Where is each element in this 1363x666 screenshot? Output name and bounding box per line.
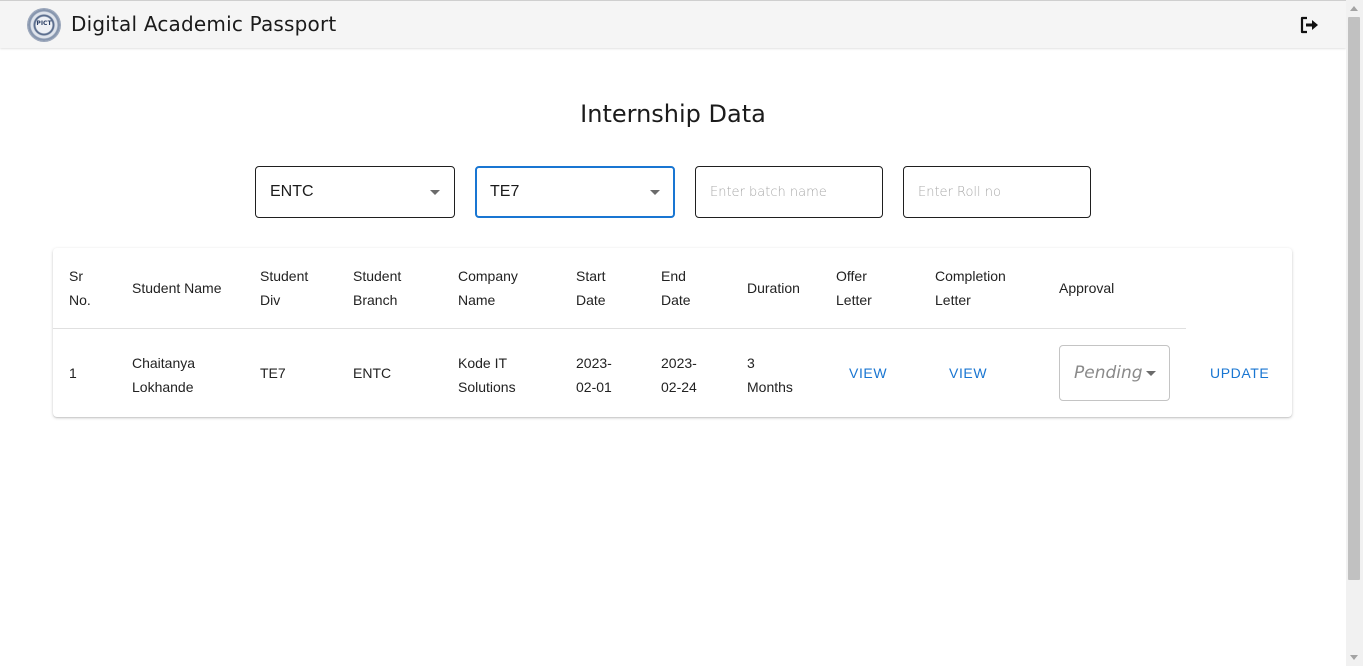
header-line: Div — [260, 292, 281, 308]
header-line: Student — [353, 268, 402, 284]
header-completion-letter: Completion Letter — [935, 264, 1006, 312]
header-sr-no: Sr No. — [69, 264, 91, 312]
cell-student-div: TE7 — [260, 365, 286, 381]
scrollbar-thumb[interactable] — [1348, 17, 1360, 580]
cell-line: 02-01 — [576, 379, 612, 395]
header-end-date: End Date — [661, 264, 691, 312]
branch-select-value: ENTC — [270, 183, 314, 200]
cell-line: Lokhande — [132, 379, 194, 395]
cell-start-date: 2023- 02-01 — [576, 351, 612, 399]
header-line: Approval — [1059, 280, 1115, 296]
cell-end-date: 2023- 02-24 — [661, 351, 697, 399]
header-line: Offer — [836, 268, 867, 284]
logo-text: PICT — [36, 20, 52, 27]
header-offer-letter: Offer Letter — [836, 264, 872, 312]
cell-duration: 3 Months — [747, 351, 793, 399]
header-line: Student Name — [132, 280, 222, 296]
app-title: Digital Academic Passport — [71, 12, 337, 36]
cell-student-name: Chaitanya Lokhande — [132, 351, 195, 399]
view-offer-letter-button[interactable]: VIEW — [849, 365, 887, 381]
division-select[interactable]: TE7 — [475, 166, 675, 218]
cell-line: Solutions — [458, 379, 516, 395]
cell-company-name: Kode IT Solutions — [458, 351, 516, 399]
batch-name-input[interactable] — [695, 166, 883, 218]
cell-line: 02-24 — [661, 379, 697, 395]
logout-icon[interactable] — [1300, 16, 1322, 34]
cell-line: Kode IT — [458, 355, 508, 371]
chevron-down-icon — [650, 190, 660, 195]
header-line: Completion — [935, 268, 1006, 284]
update-button[interactable]: UPDATE — [1210, 365, 1269, 381]
cell-student-branch: ENTC — [353, 365, 392, 381]
approval-select-value: Pending — [1074, 363, 1143, 383]
header-line: Branch — [353, 292, 398, 308]
header-line: Name — [458, 292, 496, 308]
view-completion-letter-button[interactable]: VIEW — [949, 365, 987, 381]
scroll-up-arrow-icon[interactable] — [1350, 6, 1358, 11]
chevron-down-icon — [430, 190, 440, 195]
roll-no-input[interactable] — [903, 166, 1091, 218]
cell-line: Months — [747, 379, 793, 395]
header-line: Start — [576, 268, 606, 284]
header-company-name: Company Name — [458, 264, 518, 312]
chevron-down-icon — [1146, 371, 1156, 376]
college-logo: PICT — [28, 9, 60, 41]
header-line: Date — [576, 292, 606, 308]
cell-line: 2023- — [661, 355, 697, 371]
cell-sr-no: 1 — [69, 365, 77, 381]
approval-select[interactable]: Pending — [1059, 345, 1170, 401]
header-duration: Duration — [747, 276, 800, 300]
header-line: Company — [458, 268, 518, 284]
cell-line: 2023- — [576, 355, 612, 371]
header-student-branch: Student Branch — [353, 264, 401, 312]
header-line: Duration — [747, 280, 800, 296]
cell-line: 3 — [747, 355, 755, 371]
header-start-date: Start Date — [576, 264, 606, 312]
header-divider — [53, 328, 1186, 329]
header-line: Letter — [935, 292, 971, 308]
header-line: Student — [260, 268, 309, 284]
cell-line: Chaitanya — [132, 355, 196, 371]
header-line: Date — [661, 292, 691, 308]
scroll-down-arrow-icon[interactable] — [1350, 655, 1358, 660]
header-approval: Approval — [1059, 276, 1114, 300]
header-line: Sr — [69, 268, 83, 284]
header-student-name: Student Name — [132, 276, 222, 300]
top-app-bar: PICT Digital Academic Passport — [0, 0, 1346, 48]
header-line: No. — [69, 292, 91, 308]
branch-select[interactable]: ENTC — [255, 166, 455, 218]
header-line: End — [661, 268, 686, 284]
page-title: Internship Data — [580, 100, 766, 128]
page-scrollbar[interactable] — [1346, 0, 1363, 666]
header-line: Letter — [836, 292, 872, 308]
internship-table: Sr No. Student Name Student Div Student … — [53, 248, 1292, 417]
header-student-div: Student Div — [260, 264, 308, 312]
division-select-value: TE7 — [490, 183, 520, 200]
